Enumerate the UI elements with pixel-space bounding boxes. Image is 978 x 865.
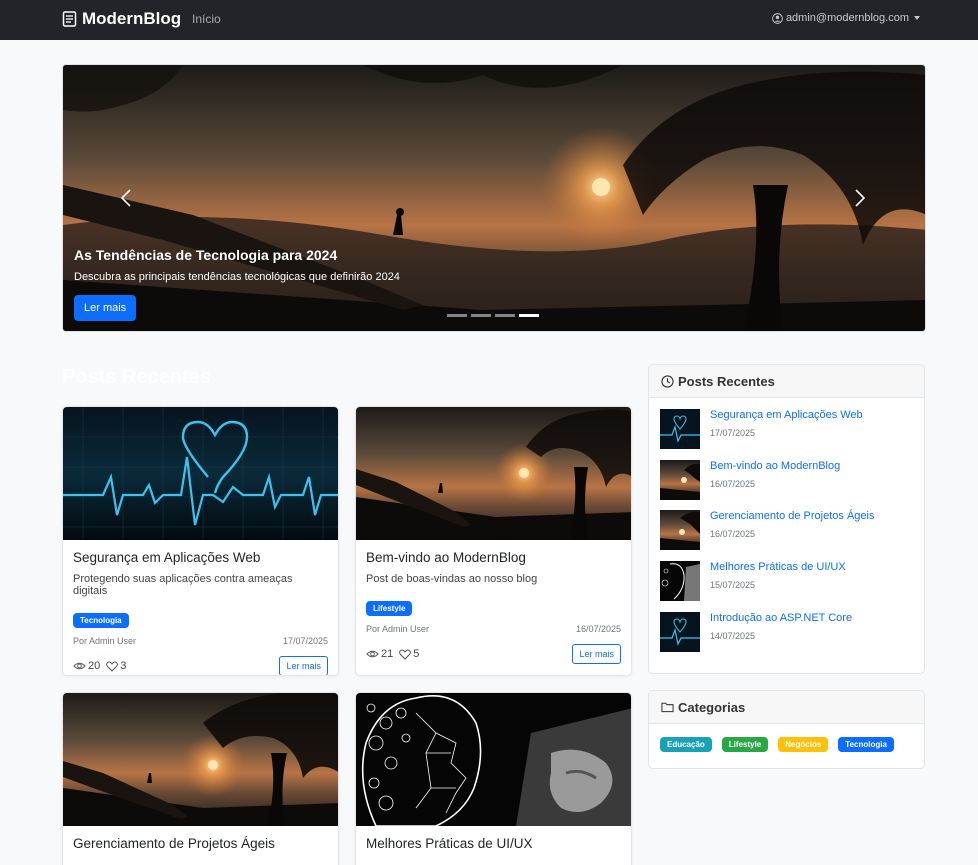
post-subtitle: Post de boas-vindas ao nosso blog [366, 573, 538, 585]
recent-post-item[interactable]: Gerenciamento de Projetos Ágeis 16/07/20… [660, 510, 874, 550]
carousel-caption: As Tendências de Tecnologia para 2024 De… [74, 247, 400, 321]
recent-post-item[interactable]: Melhores Práticas de UI/UX 15/07/2025 [660, 561, 846, 601]
heart-icon [399, 649, 412, 660]
top-navbar: ModernBlog Início admin@modernblog.com [0, 0, 978, 40]
recent-post-title[interactable]: Introdução ao ASP.NET Core [710, 612, 852, 624]
carousel-read-more-button[interactable]: Ler mais [74, 295, 137, 321]
recent-post-thumbnail [660, 510, 700, 550]
post-card: Bem-vindo ao ModernBlog Post de boas-vin… [355, 406, 632, 676]
recent-post-thumbnail [660, 561, 700, 601]
post-author: Por Admin User [73, 636, 137, 646]
user-email: admin@modernblog.com [785, 12, 909, 24]
hero-carousel: As Tendências de Tecnologia para 2024 De… [62, 64, 926, 332]
view-count: 21 [381, 648, 394, 660]
chevron-right-icon [855, 189, 866, 207]
categories-widget: Categorias Educação Lifestyle Negócios T… [648, 690, 925, 769]
recent-post-item[interactable]: Introdução ao ASP.NET Core 14/07/2025 [660, 612, 852, 652]
post-date: 16/07/2025 [575, 624, 621, 634]
chevron-left-icon [120, 189, 131, 207]
carousel-indicator-1[interactable] [447, 314, 467, 317]
category-badge[interactable]: Lifestyle [366, 601, 413, 616]
recent-post-title[interactable]: Bem-vindo ao ModernBlog [710, 460, 840, 472]
view-count: 20 [88, 660, 101, 672]
category-badge-lifestyle[interactable]: Lifestyle [721, 737, 769, 752]
post-image-heartbeat [63, 407, 338, 540]
post-title[interactable]: Segurança em Aplicações Web [73, 550, 328, 565]
recent-post-date: 15/07/2025 [710, 580, 756, 590]
eye-icon [73, 662, 86, 670]
post-image-sunset [63, 693, 338, 826]
post-image-sunset [356, 407, 631, 540]
journal-icon [62, 11, 77, 27]
recent-post-thumbnail [660, 460, 700, 500]
read-more-button[interactable]: Ler mais [279, 656, 328, 675]
recent-post-title[interactable]: Melhores Práticas de UI/UX [710, 561, 846, 573]
category-badge-tecnologia[interactable]: Tecnologia [838, 737, 894, 752]
post-title[interactable]: Gerenciamento de Projetos Ágeis [73, 836, 328, 851]
heart-icon [106, 661, 119, 672]
carousel-title: As Tendências de Tecnologia para 2024 [74, 247, 338, 263]
like-count: 3 [120, 660, 127, 672]
post-subtitle: Protegendo suas aplicações contra ameaça… [73, 573, 293, 597]
recent-post-title[interactable]: Segurança em Aplicações Web [710, 409, 863, 421]
carousel-indicators [447, 314, 539, 317]
user-dropdown[interactable]: admin@modernblog.com [772, 12, 920, 24]
carousel-prev-button[interactable] [111, 183, 141, 213]
category-badge-educacao[interactable]: Educação [660, 737, 712, 752]
recent-posts-heading: Posts Recentes [678, 373, 775, 389]
chevron-down-icon [914, 16, 920, 20]
carousel-indicator-4[interactable] [519, 314, 539, 317]
post-card: Segurança em Aplicações Web Protegendo s… [62, 406, 339, 676]
carousel-indicator-2[interactable] [471, 314, 491, 317]
read-more-button[interactable]: Ler mais [572, 644, 621, 664]
recent-post-thumbnail [660, 612, 700, 652]
brand-link[interactable]: ModernBlog [62, 9, 181, 29]
post-title[interactable]: Melhores Práticas de UI/UX [366, 836, 621, 851]
eye-icon [366, 650, 379, 658]
section-title: Posts Recentes [62, 366, 211, 388]
carousel-indicator-3[interactable] [495, 314, 515, 317]
recent-post-item[interactable]: Bem-vindo ao ModernBlog 16/07/2025 [660, 460, 840, 500]
recent-post-date: 17/07/2025 [710, 428, 756, 438]
folder-icon [661, 702, 674, 713]
post-date: 17/07/2025 [282, 636, 328, 646]
post-card: Melhores Práticas de UI/UX [355, 692, 632, 865]
recent-post-title[interactable]: Gerenciamento de Projetos Ágeis [710, 510, 874, 522]
nav-home-link[interactable]: Início [192, 12, 221, 26]
post-card: Gerenciamento de Projetos Ágeis [62, 692, 339, 865]
category-badge-negocios[interactable]: Negócios [778, 737, 829, 752]
categories-heading: Categorias [678, 699, 746, 715]
brand-label: ModernBlog [82, 9, 182, 28]
recent-post-date: 16/07/2025 [710, 479, 756, 489]
post-image-face-art [356, 693, 631, 826]
carousel-next-button[interactable] [845, 183, 875, 213]
post-title[interactable]: Bem-vindo ao ModernBlog [366, 550, 621, 565]
post-author: Por Admin User [366, 624, 430, 634]
clock-icon [661, 374, 674, 388]
recent-post-thumbnail [660, 409, 700, 449]
carousel-description: Descubra as principais tendências tecnol… [74, 271, 400, 283]
recent-post-date: 14/07/2025 [710, 631, 756, 641]
like-count: 5 [413, 648, 420, 660]
recent-posts-widget: Posts Recentes Segurança em Aplicações W… [648, 364, 925, 674]
recent-post-item[interactable]: Segurança em Aplicações Web 17/07/2025 [660, 409, 863, 449]
category-badge[interactable]: Tecnologia [73, 613, 129, 628]
recent-post-date: 16/07/2025 [710, 529, 756, 539]
user-circle-icon [772, 12, 783, 24]
